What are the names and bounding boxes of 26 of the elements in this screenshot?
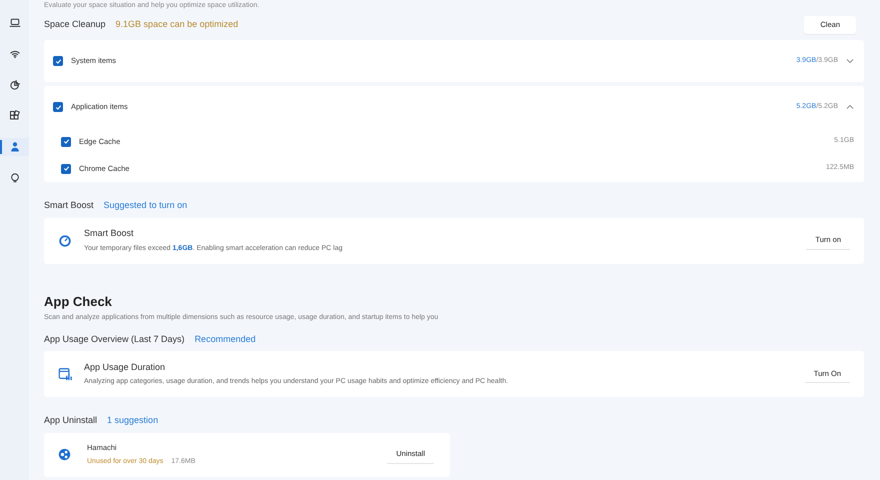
wifi-icon xyxy=(8,48,20,60)
checkbox[interactable] xyxy=(61,164,71,174)
globe-icon xyxy=(58,448,71,461)
checkbox[interactable] xyxy=(53,102,63,112)
section-tag: 9.1GB space can be optimized xyxy=(116,18,238,32)
section-title: App Uninstall xyxy=(44,414,98,427)
chevron-up-icon[interactable] xyxy=(846,103,854,111)
lightbulb-icon xyxy=(8,172,20,184)
checkbox[interactable] xyxy=(53,56,63,66)
apps-icon xyxy=(8,110,20,122)
chevron-down-icon[interactable] xyxy=(846,57,854,65)
section-tag: 1 suggestion xyxy=(107,414,158,428)
section-tag: Recommended xyxy=(194,332,256,346)
person-icon xyxy=(8,141,20,153)
section-title: Smart Boost xyxy=(44,199,94,212)
section-heading: App Check xyxy=(44,292,113,311)
pie-chart-icon xyxy=(8,79,20,91)
section-title: Space Cleanup xyxy=(44,18,106,32)
section-title: App Usage Overview (Last 7 Days) xyxy=(44,332,185,346)
card-title: Smart Boost xyxy=(84,227,135,240)
card-title: App Usage Duration xyxy=(84,360,166,374)
section-tag: Suggested to turn on xyxy=(104,199,188,212)
chart-window-icon xyxy=(58,367,72,381)
gauge-icon xyxy=(58,234,72,248)
checkbox[interactable] xyxy=(61,136,71,146)
laptop-icon xyxy=(8,17,20,29)
